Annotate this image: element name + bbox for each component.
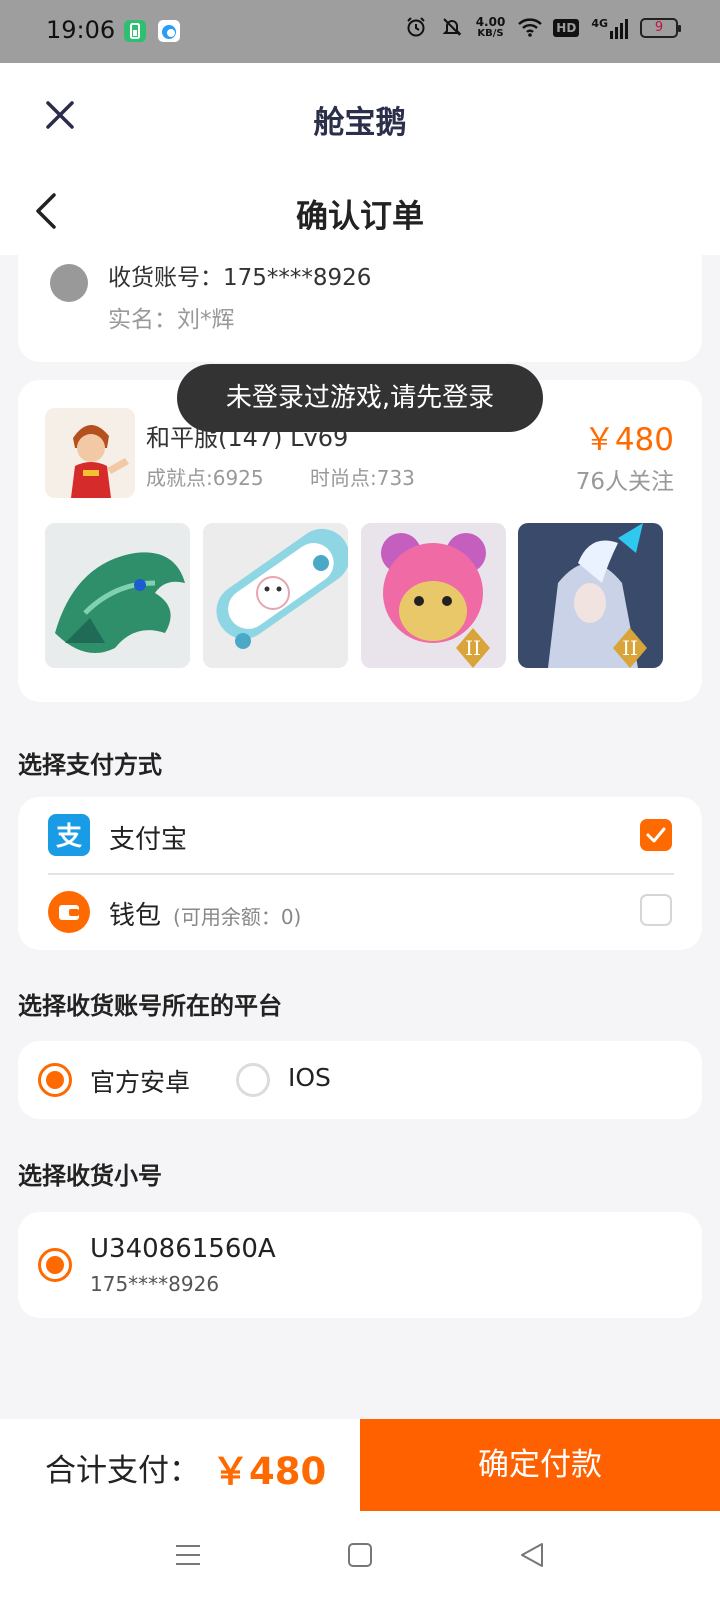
app-bar: 舱宝鹅 — [0, 63, 720, 167]
receiver-real-name: 实名：刘*辉 — [108, 307, 235, 333]
battery-icon: 9 — [640, 18, 681, 38]
browser-app-icon — [158, 20, 180, 42]
status-time: 19:06 — [46, 16, 116, 44]
back-triangle-icon[interactable] — [518, 1541, 546, 1573]
product-price: ￥480 — [583, 422, 674, 458]
menu-icon[interactable] — [174, 1541, 202, 1573]
system-nav-bar — [0, 1511, 720, 1600]
alipay-checkbox[interactable] — [640, 819, 672, 851]
payment-card: 支 支付宝 钱包 (可用余额：0) — [18, 797, 702, 950]
alipay-icon: 支 — [48, 814, 90, 856]
receiver-card[interactable]: 收货账号：175****8926 实名：刘*辉 — [18, 230, 702, 362]
android-radio[interactable] — [38, 1063, 72, 1097]
divider — [48, 873, 674, 875]
wallet-checkbox[interactable] — [640, 894, 672, 926]
login-toast: 未登录过游戏,请先登录 — [177, 364, 543, 432]
payment-option-alipay[interactable]: 支付宝 — [109, 819, 187, 856]
checkout-footer: 合计支付： ￥480 确定付款 — [0, 1419, 720, 1511]
total-label: 合计支付： — [45, 1453, 200, 1489]
net-speed: 4.00 KB/S — [475, 15, 506, 39]
character-avatar — [45, 408, 135, 498]
battery-saver-icon — [124, 20, 146, 42]
alipay-label: 支付宝 — [109, 825, 188, 855]
total-price: ￥480 — [212, 1450, 327, 1493]
sub-account-section-title: 选择收货小号 — [18, 1162, 162, 1190]
sub-account-radio[interactable] — [38, 1248, 72, 1282]
wallet-label: 钱包 — [109, 901, 162, 931]
achievement-points: 成就点:6925 — [146, 466, 264, 490]
skateboard-skin-thumbnail[interactable] — [203, 523, 348, 668]
network-type: 4G — [591, 17, 608, 30]
net-speed-value: 4.00 — [475, 15, 506, 29]
home-icon[interactable] — [346, 1541, 374, 1573]
alarm-icon — [404, 16, 428, 40]
svg-text:II: II — [465, 636, 481, 660]
payment-option-wallet[interactable]: 钱包 (可用余额：0) — [109, 895, 301, 932]
net-speed-unit: KB/S — [477, 28, 504, 39]
wifi-icon — [517, 16, 543, 40]
signal-icon: 4G — [591, 17, 628, 39]
platform-card: 官方安卓 IOS — [18, 1041, 702, 1119]
svg-text:支: 支 — [56, 822, 82, 852]
armor-skin-thumbnail[interactable]: II — [518, 523, 663, 668]
wallet-icon — [48, 891, 90, 933]
dragon-skin-thumbnail[interactable] — [45, 523, 190, 668]
receiver-account: 收货账号：175****8926 — [108, 265, 372, 291]
app-title: 舱宝鹅 — [313, 105, 407, 141]
wallet-balance: (可用余额：0) — [173, 905, 302, 929]
sub-account-card[interactable]: U340861560A 175****8926 — [18, 1212, 702, 1318]
ios-radio[interactable] — [236, 1063, 270, 1097]
payment-section-title: 选择支付方式 — [18, 751, 162, 779]
sub-account-phone: 175****8926 — [90, 1272, 220, 1296]
hd-icon: HD — [553, 19, 580, 37]
svg-text:II: II — [622, 636, 638, 660]
platform-option-android[interactable]: 官方安卓 — [90, 1063, 190, 1099]
platform-option-ios[interactable]: IOS — [288, 1063, 331, 1092]
fashion-points: 时尚点:733 — [310, 466, 415, 490]
sub-account-id: U340861560A — [90, 1234, 276, 1264]
status-icons: 4.00 KB/S HD 4G 9 — [404, 15, 681, 40]
receiver-dot-icon — [50, 264, 88, 302]
battery-level: 9 — [654, 20, 664, 35]
status-bar: 19:06 4.00 KB/S HD 4G 9 — [0, 0, 720, 63]
platform-section-title: 选择收货账号所在的平台 — [18, 992, 282, 1020]
follower-count: 76人关注 — [575, 469, 674, 495]
confirm-pay-button[interactable]: 确定付款 — [360, 1419, 720, 1511]
mute-icon — [440, 16, 464, 40]
pink-bear-skin-thumbnail[interactable]: II — [361, 523, 506, 668]
